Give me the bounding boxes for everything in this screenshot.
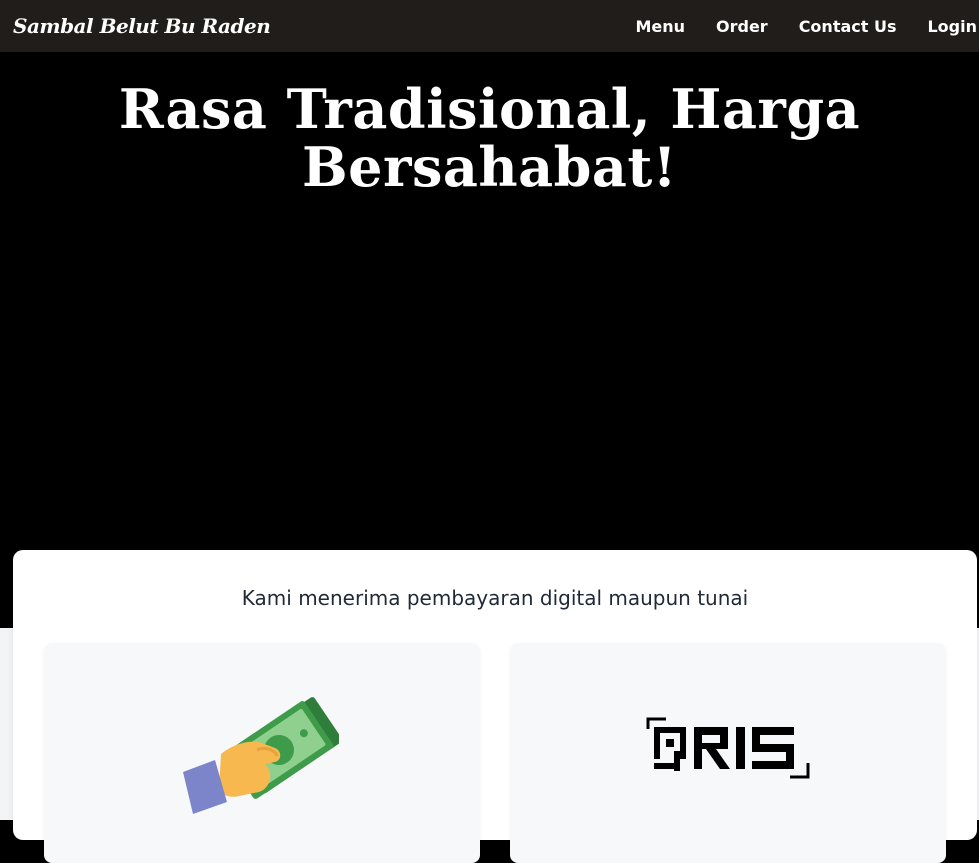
nav-links: Menu Order Contact Us Login <box>604 0 979 52</box>
cash-hand-icon <box>183 697 339 814</box>
nav-link-login[interactable]: Login <box>927 17 977 36</box>
payment-methods-card: Kami menerima pembayaran digital maupun … <box>13 550 977 863</box>
nav-link-contact-us[interactable]: Contact Us <box>799 17 897 36</box>
hero-title-line-1: Rasa Tradisional, Harga <box>118 77 861 141</box>
hero-section: Rasa Tradisional, Harga Bersahabat! <box>0 52 979 628</box>
qris-logo <box>646 717 810 779</box>
payment-method-cash <box>44 643 480 863</box>
nav-link-order[interactable]: Order <box>716 17 768 36</box>
hero-title-line-2: Bersahabat! <box>302 135 677 199</box>
nav-link-menu[interactable]: Menu <box>635 17 685 36</box>
payment-heading: Kami menerima pembayaran digital maupun … <box>241 586 749 610</box>
payment-method-qris <box>510 643 946 863</box>
hero-title: Rasa Tradisional, Harga Bersahabat! <box>0 80 979 196</box>
navbar: Sambal Belut Bu Raden Menu Order Contact… <box>0 0 979 52</box>
brand-logo-text[interactable]: Sambal Belut Bu Raden <box>13 14 271 38</box>
